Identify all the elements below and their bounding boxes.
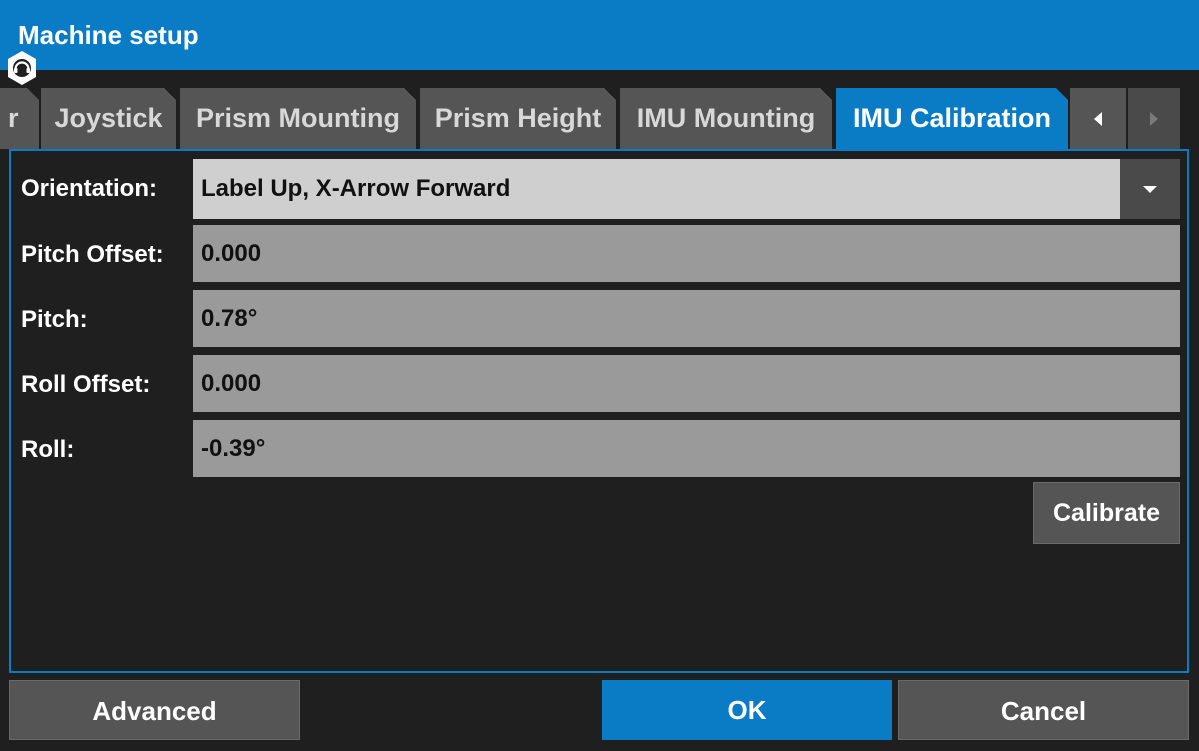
tab-scroll-left-button[interactable]	[1070, 88, 1126, 149]
pitch-offset-field[interactable]: 0.000	[193, 225, 1180, 282]
tab-prism-mounting[interactable]: Prism Mounting	[180, 88, 416, 149]
tab-prism-height[interactable]: Prism Height	[420, 88, 616, 149]
imu-calibration-panel: Orientation: Label Up, X-Arrow Forward P…	[9, 149, 1189, 673]
title-bar: Machine setup	[0, 0, 1199, 70]
roll-label: Roll:	[21, 436, 75, 463]
roll-value: -0.39°	[193, 420, 1180, 477]
pitch-label: Pitch:	[21, 306, 88, 333]
calibrate-button[interactable]: Calibrate	[1033, 482, 1180, 544]
caret-right-icon	[1150, 111, 1158, 126]
caret-left-icon	[1094, 111, 1102, 126]
tab-strip: r Joystick Prism Mounting Prism Height I…	[0, 88, 1199, 149]
window-title: Machine setup	[18, 20, 199, 50]
ok-button[interactable]: OK	[602, 680, 892, 740]
pitch-value: 0.78°	[193, 290, 1180, 347]
cancel-button[interactable]: Cancel	[898, 680, 1189, 740]
advanced-button[interactable]: Advanced	[9, 680, 300, 740]
orientation-dropdown-button[interactable]	[1120, 159, 1180, 219]
tab-scroll-right-button[interactable]	[1128, 88, 1180, 149]
headset-support-icon[interactable]	[6, 50, 38, 86]
orientation-select[interactable]: Label Up, X-Arrow Forward	[193, 159, 1180, 219]
tab-joystick[interactable]: Joystick	[41, 88, 176, 149]
tab-imu-calibration[interactable]: IMU Calibration	[836, 88, 1068, 149]
orientation-label: Orientation:	[21, 175, 157, 202]
caret-down-icon	[1143, 186, 1157, 193]
orientation-value: Label Up, X-Arrow Forward	[201, 175, 511, 202]
pitch-offset-label: Pitch Offset:	[21, 241, 164, 268]
roll-offset-label: Roll Offset:	[21, 371, 151, 398]
tab-previous-partial[interactable]: r	[0, 88, 39, 149]
tab-imu-mounting[interactable]: IMU Mounting	[620, 88, 832, 149]
roll-offset-field[interactable]: 0.000	[193, 355, 1180, 412]
